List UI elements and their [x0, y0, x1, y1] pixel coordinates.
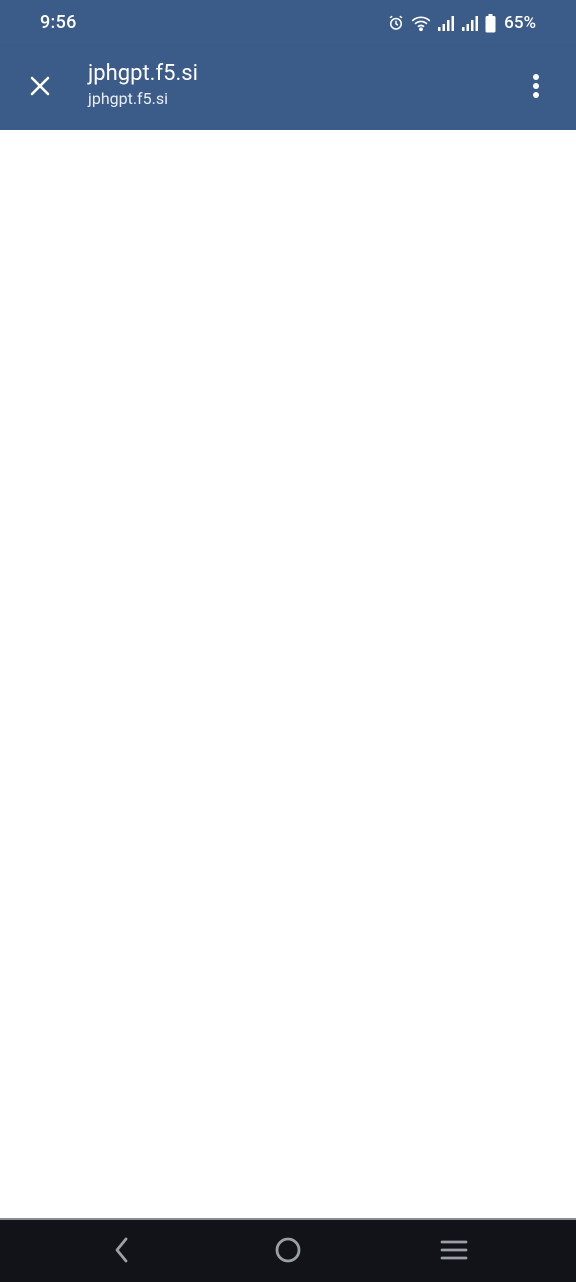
recents-button[interactable] [434, 1232, 474, 1272]
page-title: jphgpt.f5.si [88, 61, 198, 86]
title-block: jphgpt.f5.si jphgpt.f5.si [88, 60, 488, 110]
page-url: jphgpt.f5.si [88, 89, 168, 108]
signal-icon [437, 14, 455, 32]
status-icons: 65% [387, 12, 536, 34]
status-bar: 9:56 65% [0, 0, 576, 46]
custom-tab-toolbar: jphgpt.f5.si jphgpt.f5.si [0, 46, 576, 130]
home-button[interactable] [268, 1232, 308, 1272]
alarm-icon [387, 14, 405, 32]
recents-icon [440, 1238, 468, 1266]
close-icon [28, 74, 52, 102]
status-time: 9:56 [40, 12, 77, 33]
battery-icon [485, 13, 496, 33]
battery-percent: 65% [504, 13, 536, 33]
back-icon [110, 1236, 134, 1268]
signal-icon [461, 14, 479, 32]
back-button[interactable] [102, 1232, 142, 1272]
home-icon [274, 1236, 302, 1268]
system-navigation-bar [0, 1218, 576, 1282]
more-options-button[interactable] [514, 66, 558, 110]
close-button[interactable] [18, 66, 62, 110]
more-vert-icon [532, 73, 540, 103]
wifi-icon [411, 14, 431, 32]
web-content[interactable] [0, 130, 576, 1218]
